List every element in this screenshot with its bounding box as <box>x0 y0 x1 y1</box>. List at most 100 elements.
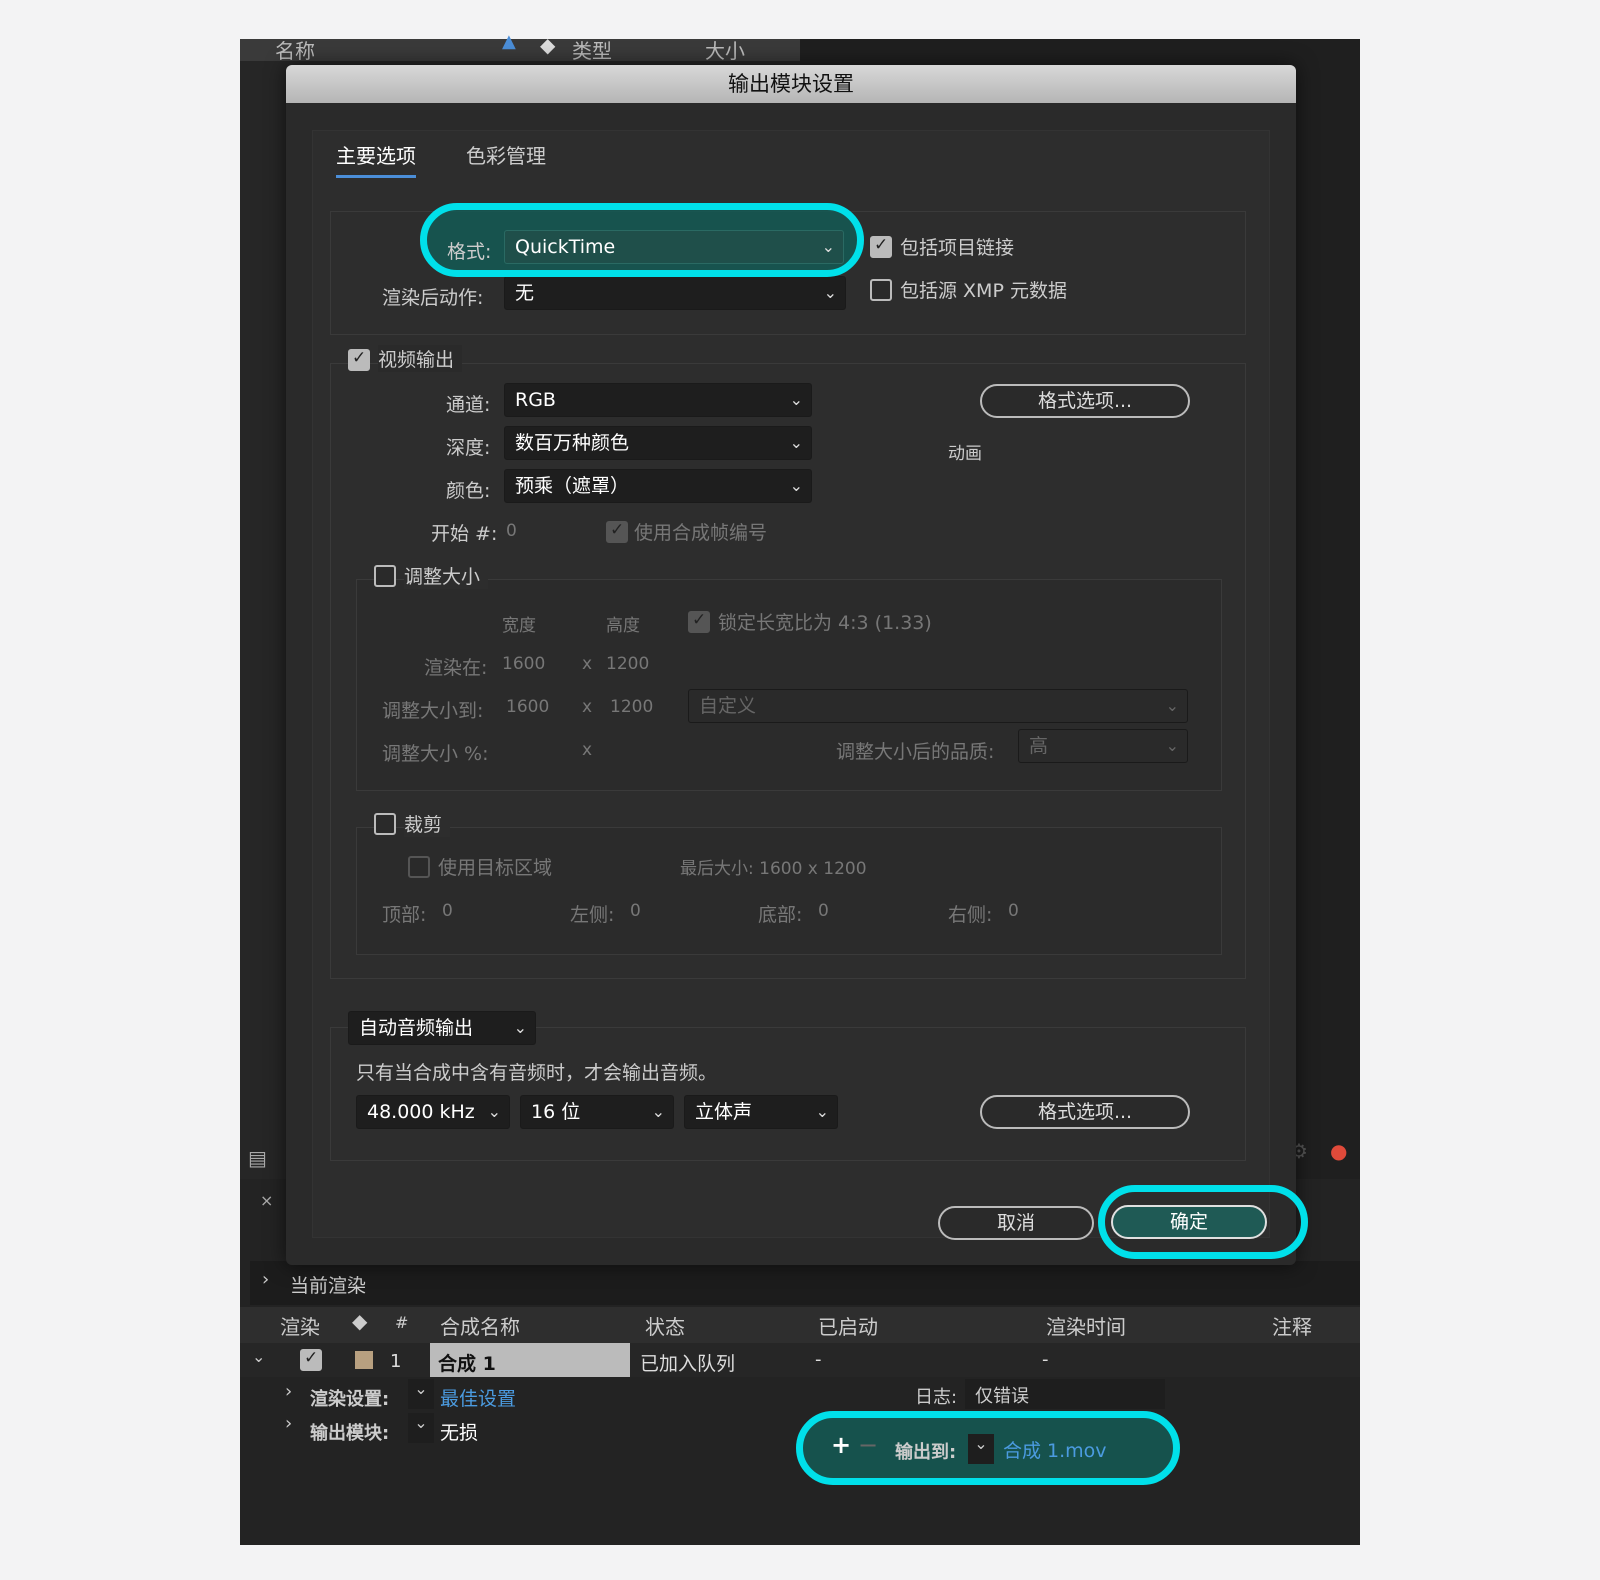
format-select[interactable]: QuickTime ⌄ <box>504 230 844 264</box>
depth-select[interactable]: 数百万种颜色 ⌄ <box>504 426 812 460</box>
hdr-started[interactable]: 已启动 <box>818 1311 878 1340</box>
crop-right-label: 右侧: <box>948 904 993 926</box>
audio-note: 只有当合成中含有音频时，才会输出音频。 <box>356 1062 718 1084</box>
include-xmp-label: 包括源 XMP 元数据 <box>900 280 1067 302</box>
hdr-render[interactable]: 渲染 <box>280 1311 320 1340</box>
minus-icon[interactable]: − <box>858 1431 878 1459</box>
channel-value: RGB <box>515 389 556 411</box>
lock-ratio-checkbox[interactable] <box>688 610 710 633</box>
include-xmp-checkbox[interactable] <box>870 279 892 301</box>
log-select[interactable]: 仅错误 <box>965 1379 1165 1409</box>
output-to-link[interactable]: 合成 1.mov <box>1003 1436 1107 1463</box>
audio-channels-value: 立体声 <box>695 1101 753 1123</box>
log-label: 日志: <box>915 1387 958 1408</box>
resize-checkbox[interactable] <box>374 565 396 587</box>
format-label: 格式: <box>447 241 492 263</box>
comp-name-cell[interactable]: 合成 1 <box>430 1343 630 1377</box>
queue-row[interactable]: ⌄ 1 合成 1 已加入队列 - - <box>240 1343 1360 1377</box>
render-checkbox[interactable] <box>300 1348 322 1371</box>
audio-format-options-button[interactable]: 格式选项... <box>980 1095 1190 1129</box>
post-render-select[interactable]: 无 ⌄ <box>504 276 846 310</box>
channel-label: 通道: <box>446 394 491 416</box>
render-at-height: 1200 <box>606 654 650 674</box>
post-render-label: 渲染后动作: <box>382 287 484 309</box>
hdr-comp-name[interactable]: 合成名称 <box>440 1311 520 1340</box>
col-size[interactable]: 大小 <box>705 35 745 64</box>
audio-rate-select[interactable]: 48.000 kHz ⌄ <box>356 1095 510 1129</box>
video-output-checkbox[interactable] <box>348 348 370 371</box>
use-roi-checkbox[interactable] <box>408 856 430 878</box>
col-type[interactable]: 类型 <box>572 35 612 64</box>
chevron-down-icon[interactable]: ⌄ <box>252 1347 265 1366</box>
chevron-down-icon: ⌄ <box>487 1102 501 1121</box>
cancel-button[interactable]: 取消 <box>938 1206 1094 1240</box>
color-label: 颜色: <box>446 480 491 502</box>
output-module-link[interactable]: 无损 <box>440 1418 478 1445</box>
resize-quality-label: 调整大小后的品质: <box>836 741 995 763</box>
plus-icon[interactable]: + <box>831 1431 851 1459</box>
channel-select[interactable]: RGB ⌄ <box>504 383 812 417</box>
audio-mode-select[interactable]: 自动音频输出 ⌄ <box>348 1011 536 1045</box>
col-name[interactable]: 名称 <box>275 35 315 64</box>
chevron-right-icon[interactable]: › <box>285 1413 292 1434</box>
crop-checkbox[interactable] <box>374 813 396 835</box>
include-project-link-label: 包括项目链接 <box>900 237 1015 259</box>
video-format-options-button[interactable]: 格式选项... <box>980 384 1190 418</box>
include-project-link-checkbox[interactable] <box>870 235 892 258</box>
output-module-dropdown[interactable]: ⌄ <box>408 1413 434 1443</box>
row-started: - <box>815 1349 822 1370</box>
audio-bits-select[interactable]: 16 位 ⌄ <box>520 1095 674 1129</box>
format-highlight: 格式: QuickTime ⌄ <box>420 203 864 277</box>
render-settings-row: › 渲染设置: ⌄ 最佳设置 日志: 仅错误 <box>240 1379 1360 1411</box>
render-settings-dropdown[interactable]: ⌄ <box>408 1379 434 1409</box>
ok-button[interactable]: 确定 <box>1111 1205 1267 1239</box>
resize-to-height[interactable]: 1200 <box>610 697 653 717</box>
tab-color-management[interactable]: 色彩管理 <box>466 140 546 175</box>
tab-main-options[interactable]: 主要选项 <box>336 140 416 178</box>
crop-bottom-value[interactable]: 0 <box>818 901 829 921</box>
crop-top-value[interactable]: 0 <box>442 901 453 921</box>
current-render-label: 当前渲染 <box>290 1275 367 1297</box>
hdr-comment[interactable]: 注释 <box>1272 1311 1312 1340</box>
hdr-status[interactable]: 状态 <box>645 1311 685 1340</box>
row-index: 1 <box>390 1351 402 1372</box>
label-color-swatch[interactable] <box>355 1351 373 1369</box>
chevron-down-icon: ⌄ <box>789 476 803 495</box>
crop-section <box>356 827 1222 955</box>
resize-quality-select[interactable]: 高 ⌄ <box>1018 729 1188 763</box>
use-comp-frame-checkbox[interactable] <box>606 520 628 543</box>
render-settings-label: 渲染设置: <box>310 1389 390 1410</box>
chevron-down-icon: ⌄ <box>651 1102 665 1121</box>
chevron-down-icon: ⌄ <box>789 390 803 409</box>
resize-preset-value: 自定义 <box>699 695 757 717</box>
hdr-hash[interactable]: # <box>395 1313 408 1332</box>
output-to-label: 输出到: <box>895 1442 957 1463</box>
crop-label: 裁剪 <box>404 810 451 837</box>
render-settings-link[interactable]: 最佳设置 <box>440 1384 516 1411</box>
post-render-value: 无 <box>515 282 535 304</box>
dialog-title: 输出模块设置 <box>286 65 1296 103</box>
depth-label: 深度: <box>446 437 491 459</box>
resize-label: 调整大小 <box>404 562 489 589</box>
color-select[interactable]: 预乘（遮罩） ⌄ <box>504 469 812 503</box>
start-value[interactable]: 0 <box>506 521 517 541</box>
resize-to-width[interactable]: 1600 <box>506 697 549 717</box>
crop-left-value[interactable]: 0 <box>630 901 641 921</box>
lock-ratio-label: 锁定长宽比为 4:3 (1.33) <box>718 612 932 634</box>
crop-left-label: 左侧: <box>570 904 615 926</box>
resize-quality-value: 高 <box>1029 735 1049 757</box>
tag-icon[interactable]: ◆ <box>352 1309 367 1333</box>
resize-preset-select[interactable]: 自定义 ⌄ <box>688 689 1188 723</box>
color-picker-icon[interactable]: ● <box>1330 1139 1347 1163</box>
audio-channels-select[interactable]: 立体声 ⌄ <box>684 1095 838 1129</box>
render-at-x: x <box>582 654 593 674</box>
close-icon[interactable]: × <box>260 1191 273 1210</box>
chevron-right-icon[interactable]: › <box>285 1381 292 1402</box>
output-to-dropdown[interactable]: ⌄ <box>968 1434 994 1464</box>
chevron-right-icon[interactable]: › <box>262 1269 269 1290</box>
render-at-label: 渲染在: <box>424 657 488 679</box>
crop-right-value[interactable]: 0 <box>1008 901 1019 921</box>
audio-rate-value: 48.000 kHz <box>367 1101 475 1123</box>
flowchart-icon[interactable]: ▤ <box>248 1146 267 1170</box>
hdr-render-time[interactable]: 渲染时间 <box>1046 1311 1126 1340</box>
